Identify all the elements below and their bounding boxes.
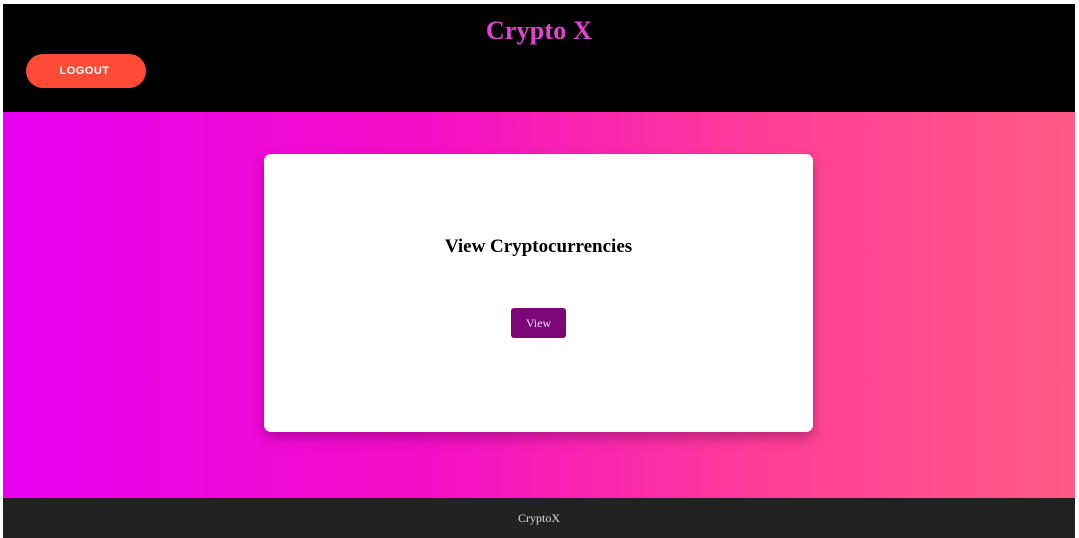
main-section: View Cryptocurrencies View xyxy=(3,112,1075,498)
top-header: Crypto X LOGOUT xyxy=(3,4,1075,112)
card-title: View Cryptocurrencies xyxy=(444,236,633,257)
view-cryptocurrencies-card: View Cryptocurrencies View xyxy=(264,154,813,432)
footer-text: CryptoX xyxy=(518,510,560,525)
brand-title: Crypto X xyxy=(485,16,593,45)
logout-button[interactable]: LOGOUT xyxy=(26,54,146,88)
app-frame: Crypto X LOGOUT View Cryptocurrencies Vi… xyxy=(3,4,1075,538)
view-button[interactable]: View xyxy=(511,308,566,338)
page-footer: CryptoX xyxy=(3,498,1075,538)
